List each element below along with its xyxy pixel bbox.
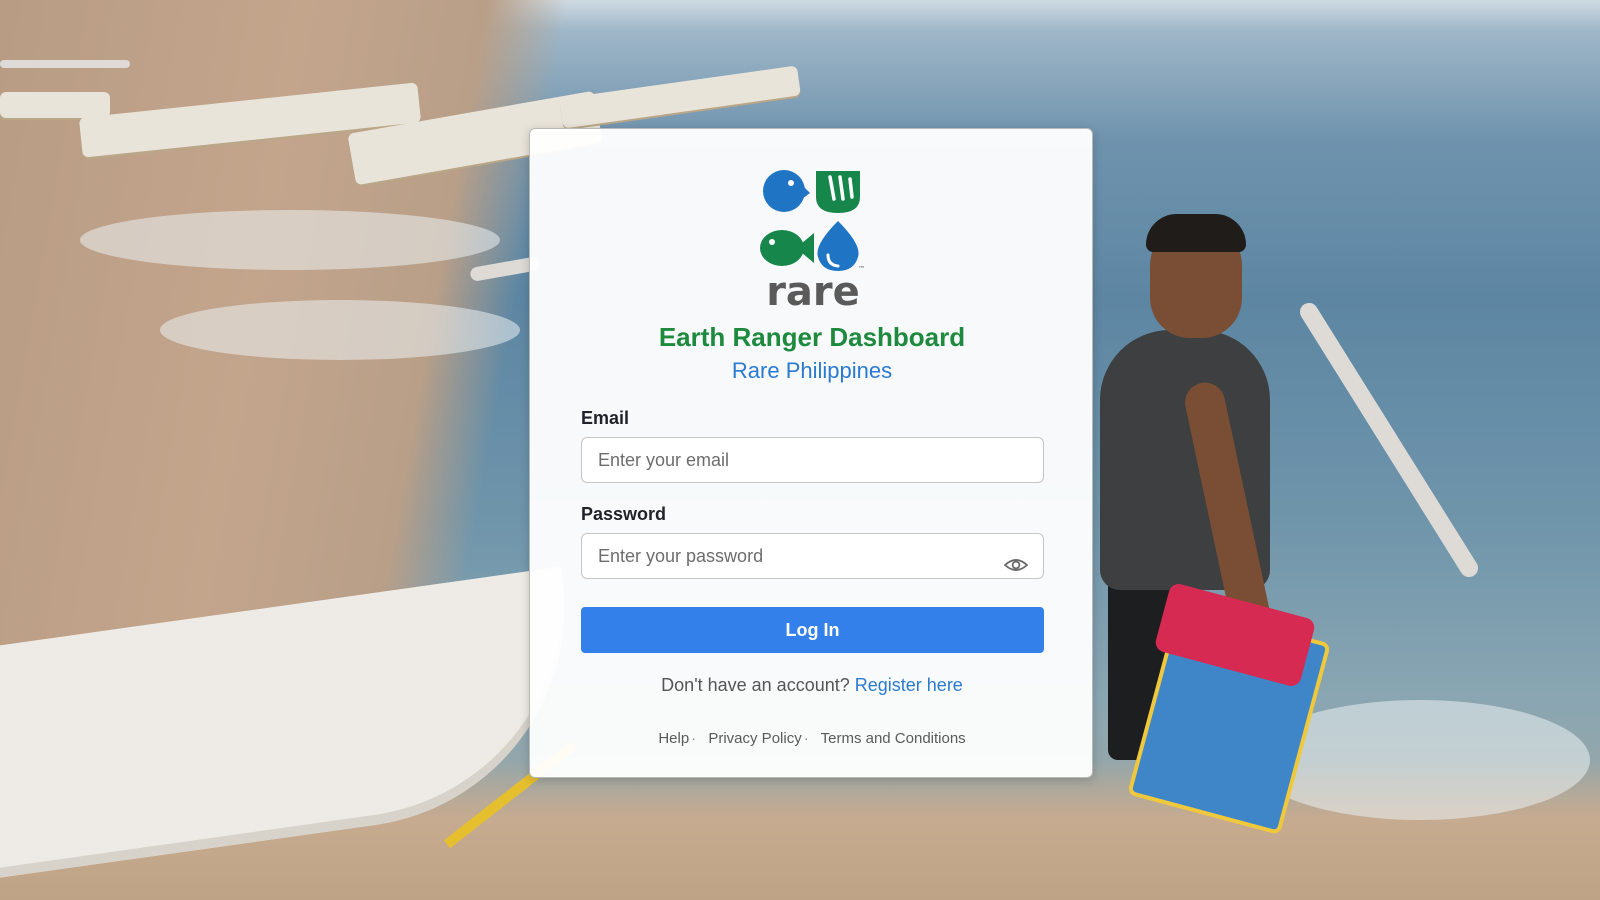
logo-hand-icon [816,171,860,213]
register-link[interactable]: Register here [855,675,963,695]
rare-logo: rare ™ [760,170,865,309]
logo-trademark: ™ [858,265,865,273]
logo-head-icon [763,170,805,212]
footer-links: Help · Privacy Policy · Terms and Conditio… [530,730,1094,747]
background-person-hair [1146,214,1246,252]
page-title: Earth Ranger Dashboard [658,322,966,352]
footer-separator: · [691,730,697,747]
login-button[interactable]: Log In [581,607,1044,653]
help-link[interactable]: Help [658,730,689,747]
logo-wordmark: rare [766,269,860,309]
email-field[interactable] [581,437,1044,483]
logo-drop-icon [817,221,859,271]
register-prompt: Don't have an account? Register here [530,675,1094,696]
register-prompt-text: Don't have an account? [661,675,850,695]
password-field[interactable] [581,533,1044,579]
footer-separator: · [803,730,809,747]
page-subtitle: Rare Philippines [731,358,893,383]
background-outrigger [0,60,130,68]
password-label: Password [581,504,667,524]
login-page: rare ™ Earth Ranger Dashboard Rare Phili… [0,0,1600,900]
privacy-policy-link[interactable]: Privacy Policy [708,730,801,747]
background-wave [80,210,500,270]
background-boat [0,92,110,118]
email-label: Email [581,408,630,428]
login-card: rare ™ Earth Ranger Dashboard Rare Phili… [529,128,1093,778]
eye-icon[interactable] [1004,556,1028,574]
terms-link[interactable]: Terms and Conditions [821,730,966,747]
background-wave [160,300,520,360]
